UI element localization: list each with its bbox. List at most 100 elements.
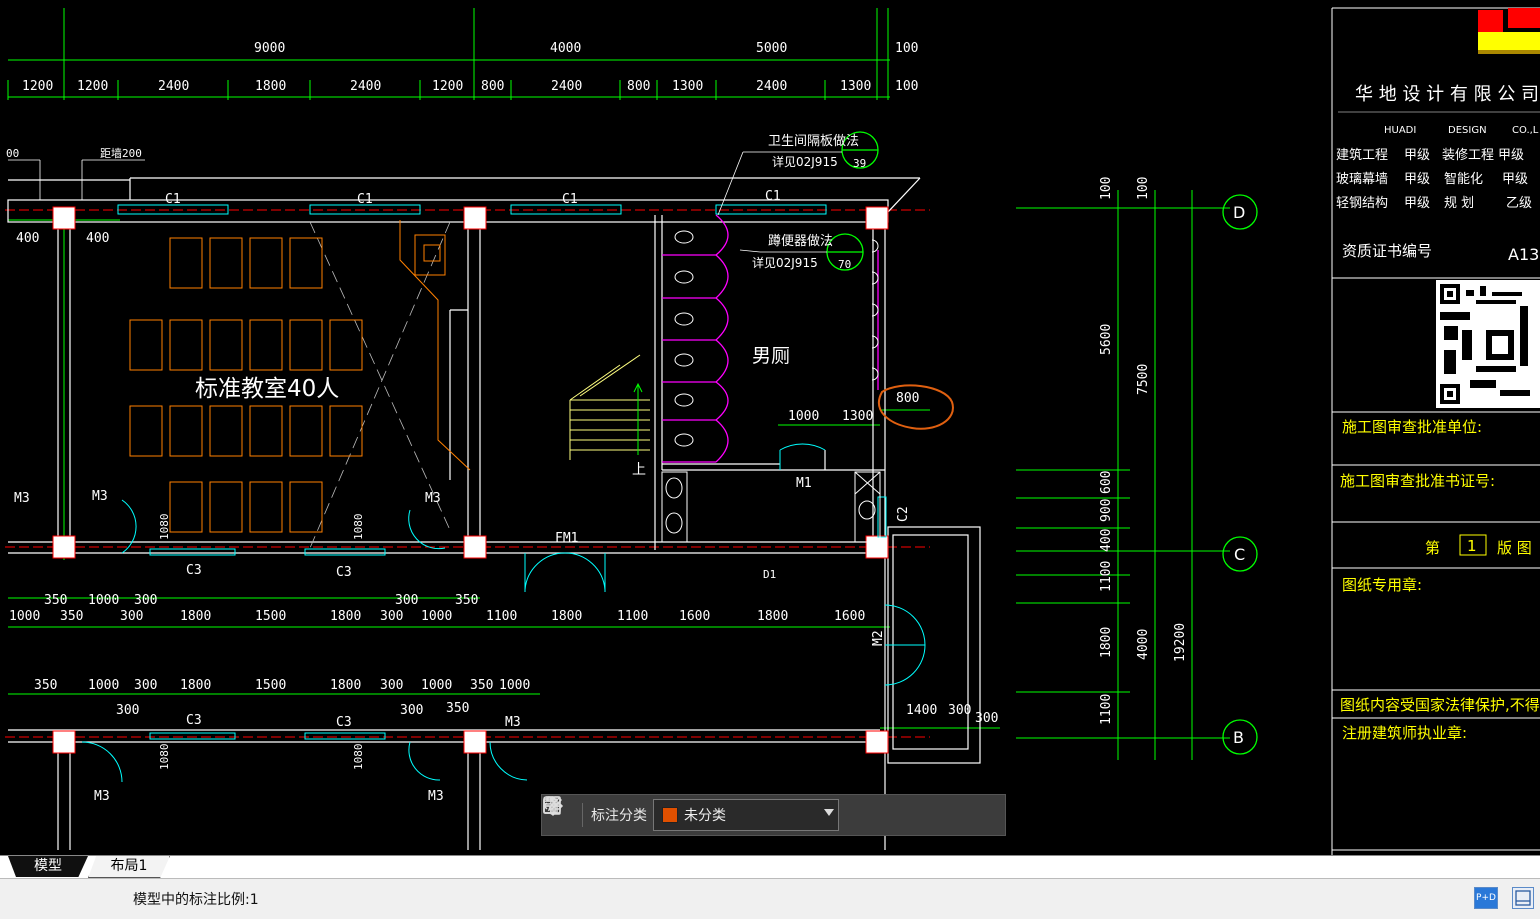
dim-text: 19200 xyxy=(1173,623,1188,662)
dim-text: 300 xyxy=(380,609,403,624)
small-note: 距墙200 xyxy=(100,146,142,160)
toilet-ref: 详见02J915 xyxy=(752,255,818,270)
pd-toggle-icon[interactable]: P+D xyxy=(1474,887,1498,909)
window-label: C1 xyxy=(562,192,578,207)
chevron-down-icon[interactable] xyxy=(824,809,834,816)
door-label: M3 xyxy=(94,789,110,804)
dim-text-circled: 800 xyxy=(896,391,919,406)
svg-text:甲级: 甲级 xyxy=(1404,148,1430,163)
dim-text: 2400 xyxy=(158,79,189,94)
door-label: M1 xyxy=(796,476,812,491)
category-select[interactable]: 未分类 xyxy=(653,799,839,831)
annotation-toolbar: 标注分类 未分类 xyxy=(541,794,1006,836)
dim-text: 800 xyxy=(627,79,650,94)
edit-icon[interactable] xyxy=(543,796,883,831)
window-label: C1 xyxy=(765,189,781,204)
door-label: FM1 xyxy=(555,531,578,546)
dim-text: 1600 xyxy=(834,609,865,624)
dim-text: 1000 xyxy=(499,678,530,693)
stamp-label: 图纸专用章: xyxy=(1342,576,1422,594)
dim-text: 1800 xyxy=(255,79,286,94)
cert-number: A135 xyxy=(1508,245,1540,264)
version-suffix: 版 图 xyxy=(1497,539,1532,557)
door-label: D1 xyxy=(763,568,776,581)
dim-text: 1080 xyxy=(158,514,171,541)
right-dim-texts: 100 100 5600 7500 600 900 400 1100 1800 … xyxy=(1099,177,1188,725)
annotation-scale-text: 模型中的标注比例:1 xyxy=(133,892,259,908)
dim-text: 7500 xyxy=(1136,364,1151,395)
dim-text: 300 xyxy=(395,593,418,608)
dim-text: 300 xyxy=(380,678,403,693)
dim-text: 1000 xyxy=(788,409,819,424)
dim-text: 400 xyxy=(86,231,109,246)
classroom-label: 标准教室40人 xyxy=(195,376,339,402)
window-label: C3 xyxy=(186,563,202,578)
dim-text: 100 xyxy=(1136,177,1151,200)
dim-texts-row2: 1200 1200 2400 1800 2400 1200 800 2400 8… xyxy=(22,79,918,94)
dim-text: 1000 xyxy=(88,678,119,693)
review-number-label: 施工图审查批准书证号: xyxy=(1340,472,1495,490)
cad-drawing-canvas[interactable]: 9000 4000 5000 100 1200 1200 2400 1800 2… xyxy=(0,0,1540,855)
mens-room-label: 男厕 xyxy=(752,345,790,367)
dim-text: 1600 xyxy=(679,609,710,624)
dim-text: 1000 xyxy=(421,609,452,624)
dim-text: 1800 xyxy=(330,678,361,693)
dim-text: 1000 xyxy=(9,609,40,624)
svg-text:乙级: 乙级 xyxy=(1506,196,1532,211)
dim-text: 1100 xyxy=(617,609,648,624)
legal-note: 图纸内容受国家法律保护,不得复印 违者 xyxy=(1340,696,1540,714)
move-icon[interactable] xyxy=(542,795,919,831)
dim-text: 1800 xyxy=(1099,627,1114,658)
axis-label-b: B xyxy=(1233,728,1244,747)
toilet-num: 70 xyxy=(838,258,851,271)
dim-text: 900 xyxy=(1099,499,1114,522)
dim-text: 1100 xyxy=(486,609,517,624)
axis-label-c: C xyxy=(1234,545,1245,564)
dim-text: 1080 xyxy=(352,744,365,771)
dim-text: 400 xyxy=(16,231,39,246)
dim-text: 1300 xyxy=(672,79,703,94)
company-en: CO.,L xyxy=(1512,125,1539,136)
dim-text: 5600 xyxy=(1099,324,1114,355)
layout-tab-bar: 模型 布局1 xyxy=(0,855,1540,879)
dim-text: 350 xyxy=(455,593,478,608)
tab-model[interactable]: 模型 xyxy=(8,856,88,877)
windows xyxy=(81,204,926,783)
qr-code xyxy=(1436,280,1540,408)
dim-text: 300 xyxy=(120,609,143,624)
category-color-swatch xyxy=(662,807,678,823)
dim-text: 400 xyxy=(1099,529,1114,552)
dim-text: 5000 xyxy=(756,41,787,56)
partition-ref: 详见02J915 xyxy=(772,154,838,169)
window-label: C3 xyxy=(336,715,352,730)
door-label: M3 xyxy=(505,715,521,730)
dim-text: 1400 xyxy=(906,703,937,718)
svg-text:规 划: 规 划 xyxy=(1444,196,1474,211)
dim-text: 1500 xyxy=(255,678,286,693)
dim-text: 1080 xyxy=(352,514,365,541)
paste-icon[interactable] xyxy=(543,796,991,831)
window-label: C1 xyxy=(357,192,373,207)
dim-text: 1000 xyxy=(88,593,119,608)
dim-text: 2400 xyxy=(551,79,582,94)
dim-text: 1100 xyxy=(1099,694,1114,725)
company-name: 华 地 设 计 有 限 公 司 xyxy=(1355,84,1539,105)
tab-layout1[interactable]: 布局1 xyxy=(88,856,170,878)
axis-label-d: D xyxy=(1233,203,1245,222)
dim-text: 100 xyxy=(1099,177,1114,200)
dim-text: 1300 xyxy=(840,79,871,94)
window-label: C3 xyxy=(186,713,202,728)
svg-text:甲级: 甲级 xyxy=(1502,172,1528,187)
axis-labels: D C B xyxy=(1233,203,1245,747)
door-label: M3 xyxy=(14,491,30,506)
copy-icon[interactable] xyxy=(543,796,955,831)
floor-plan-svg[interactable]: 9000 4000 5000 100 1200 1200 2400 1800 2… xyxy=(0,0,1540,855)
toolbar-separator xyxy=(582,803,583,827)
leader-lines xyxy=(8,151,842,253)
door-label: M3 xyxy=(428,789,444,804)
panel-toggle-icon[interactable] xyxy=(1512,887,1534,909)
svg-text:甲级: 甲级 xyxy=(1498,148,1524,163)
dim-text: 1800 xyxy=(757,609,788,624)
partition-note: 卫生间隔板做法 xyxy=(768,134,859,149)
status-bar: 模型中的标注比例:1 P+D xyxy=(0,878,1540,919)
